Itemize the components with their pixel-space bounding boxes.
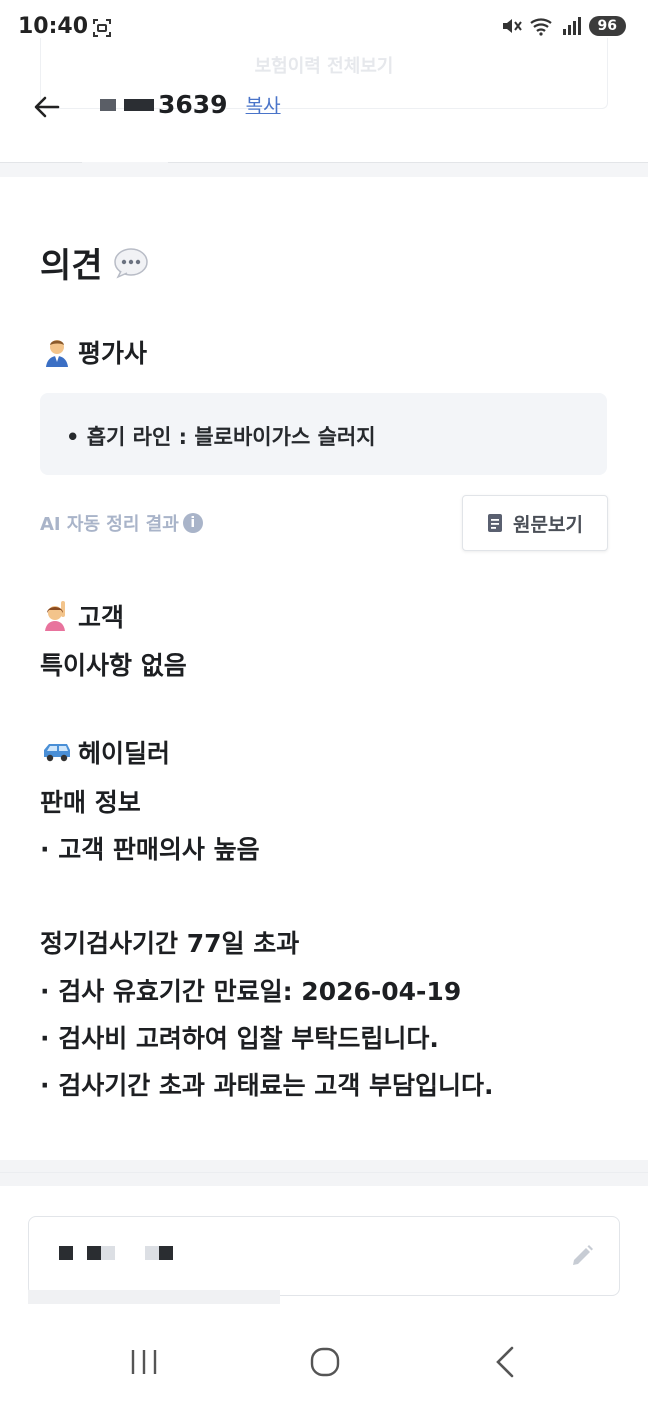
signal-icon bbox=[562, 17, 581, 35]
system-nav-bar bbox=[0, 1318, 648, 1404]
copy-button[interactable]: 복사 bbox=[246, 91, 281, 118]
wifi-icon bbox=[529, 18, 552, 36]
home-icon[interactable] bbox=[303, 1340, 347, 1384]
dealer-line: · 검사기간 초과 과태료는 고객 부담입니다. bbox=[40, 1071, 494, 1100]
recent-apps-icon[interactable] bbox=[122, 1340, 166, 1384]
view-original-button[interactable]: 원문보기 bbox=[462, 495, 608, 551]
dealer-line: 판매 정보 bbox=[40, 788, 141, 817]
opinion-title-text: 의견 bbox=[40, 246, 103, 286]
status-icons: 96 bbox=[501, 16, 626, 36]
appraiser-label: 평가사 bbox=[78, 339, 148, 368]
header-notch bbox=[82, 162, 168, 174]
memo-text-mask bbox=[145, 1246, 159, 1260]
section-gap-bottom bbox=[0, 1160, 648, 1186]
dealer-label: 헤이딜러 bbox=[78, 739, 171, 768]
plate-number: 3639 bbox=[158, 90, 228, 119]
appraiser-person-icon bbox=[46, 340, 68, 367]
view-original-label: 원문보기 bbox=[513, 513, 583, 536]
pencil-edit-icon[interactable] bbox=[569, 1243, 595, 1269]
customer-label: 고객 bbox=[78, 603, 125, 632]
memo-text-mask bbox=[87, 1246, 101, 1260]
appraiser-summary-box: • 흡기 라인 : 블로바이가스 슬러지 bbox=[40, 393, 607, 475]
section-divider bbox=[0, 1172, 648, 1173]
memo-text-mask bbox=[159, 1246, 173, 1260]
customer-heading: 고객 bbox=[42, 598, 124, 634]
memo-text-mask bbox=[101, 1246, 115, 1260]
battery-level: 96 bbox=[588, 16, 626, 36]
memo-input[interactable] bbox=[28, 1216, 620, 1296]
dealer-line: 정기검사기간 77일 초과 bbox=[40, 929, 300, 958]
plate-mask bbox=[124, 98, 154, 111]
plate-mask bbox=[100, 98, 116, 111]
ai-summary-note: AI 자동 정리 결과 i bbox=[40, 510, 203, 536]
customer-raising-hand-icon bbox=[45, 601, 65, 631]
appraiser-summary-item: • 흡기 라인 : 블로바이가스 슬러지 bbox=[66, 425, 376, 449]
customer-note: 특이사항 없음 bbox=[40, 651, 187, 680]
opinion-title: 의견 bbox=[40, 238, 149, 287]
status-time: 10:40 bbox=[18, 14, 89, 39]
mute-icon bbox=[502, 19, 522, 33]
dealer-line: · 고객 판매의사 높음 bbox=[40, 835, 260, 864]
speech-bubble-icon bbox=[113, 247, 148, 279]
back-icon[interactable] bbox=[484, 1340, 528, 1384]
memo-text-mask bbox=[59, 1246, 73, 1260]
dealer-heading: 헤이딜러 bbox=[42, 734, 170, 770]
dealer-line: · 검사비 고려하여 입찰 부탁드립니다. bbox=[40, 1024, 439, 1053]
info-icon[interactable]: i bbox=[182, 513, 203, 533]
ai-summary-label: AI 자동 정리 결과 bbox=[40, 514, 179, 535]
document-icon bbox=[488, 514, 503, 532]
back-arrow-icon[interactable] bbox=[30, 90, 64, 124]
top-app-bar: 3639 복사 bbox=[0, 62, 648, 162]
license-plate: 3639 복사 bbox=[100, 90, 281, 119]
dealer-van-icon bbox=[44, 744, 70, 762]
appraiser-heading: 평가사 bbox=[42, 334, 147, 370]
memo-underlay bbox=[28, 1290, 280, 1304]
screen-record-icon bbox=[93, 19, 111, 37]
dealer-line: · 검사 유효기간 만료일: 2026-04-19 bbox=[40, 977, 462, 1006]
